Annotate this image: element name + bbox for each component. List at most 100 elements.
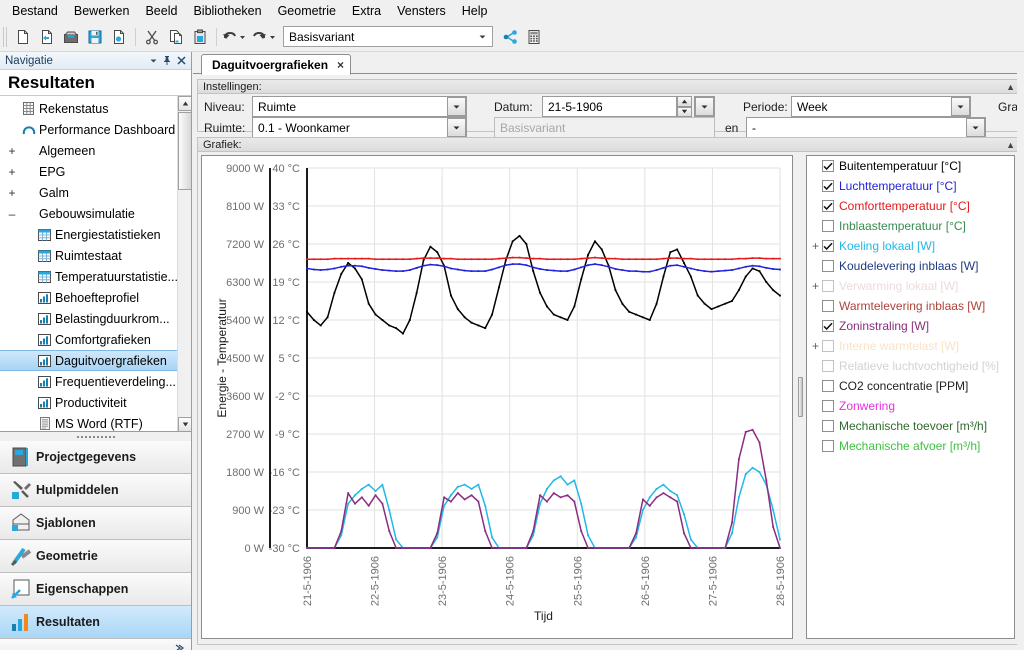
- menu-beeld[interactable]: Beeld: [137, 1, 185, 21]
- scroll-down-icon[interactable]: [178, 417, 191, 431]
- tree-item-daguitvoergrafieken[interactable]: Daguitvoergrafieken: [0, 350, 177, 371]
- legend-item[interactable]: Buitentemperatuur [°C]: [807, 156, 1014, 176]
- tree-item-belastingduurkrom[interactable]: Belastingduurkrom...: [0, 308, 177, 329]
- chevron-down-icon[interactable]: [447, 97, 466, 116]
- legend-checkbox[interactable]: [822, 440, 834, 452]
- menu-bibliotheken[interactable]: Bibliotheken: [185, 1, 269, 21]
- tree-expander-icon[interactable]: –: [4, 207, 20, 221]
- legend-item[interactable]: Comforttemperatuur [°C]: [807, 196, 1014, 216]
- legend-checkbox[interactable]: [822, 340, 834, 352]
- toolbar-grip[interactable]: [3, 26, 9, 47]
- folder-open-icon[interactable]: [60, 26, 82, 48]
- panel-splitter[interactable]: [0, 432, 191, 441]
- redo-button[interactable]: [251, 26, 281, 48]
- legend-item[interactable]: + Interne warmtelast [W]: [807, 336, 1014, 356]
- close-icon[interactable]: [174, 54, 188, 68]
- pin-icon[interactable]: [160, 54, 174, 68]
- menu-extra[interactable]: Extra: [344, 1, 389, 21]
- nav-button-projectgegevens[interactable]: Projectgegevens: [0, 441, 191, 474]
- legend-checkbox[interactable]: [822, 400, 834, 412]
- variant-combobox[interactable]: Basisvariant: [283, 26, 493, 47]
- datum-stepper[interactable]: [677, 96, 692, 117]
- tree-expander-icon[interactable]: +: [4, 144, 20, 158]
- legend-item[interactable]: Zonwering: [807, 396, 1014, 416]
- legend-checkbox[interactable]: [822, 280, 834, 292]
- periode-combobox[interactable]: Week: [791, 96, 971, 117]
- legend-item[interactable]: Mechanische toevoer [m³/h]: [807, 416, 1014, 436]
- legend-checkbox[interactable]: [822, 420, 834, 432]
- collapse-icon[interactable]: ▲: [1006, 82, 1015, 92]
- tree-scrollbar[interactable]: [177, 96, 191, 431]
- ruimte-combobox[interactable]: 0.1 - Woonkamer: [252, 117, 467, 138]
- legend-checkbox[interactable]: [822, 380, 834, 392]
- nav-button-hulpmiddelen[interactable]: Hulpmiddelen: [0, 474, 191, 507]
- tree-item-productiviteit[interactable]: Productiviteit: [0, 392, 177, 413]
- legend-item[interactable]: Zoninstraling [W]: [807, 316, 1014, 336]
- menu-geometrie[interactable]: Geometrie: [270, 1, 344, 21]
- niveau-combobox[interactable]: Ruimte: [252, 96, 467, 117]
- tree-item-algemeen[interactable]: + Algemeen: [0, 140, 177, 161]
- legend-checkbox[interactable]: [822, 360, 834, 372]
- datum-input[interactable]: 21-5-1906: [542, 96, 677, 117]
- legend-item[interactable]: Relatieve luchtvochtigheid [%]: [807, 356, 1014, 376]
- legend-item[interactable]: CO2 concentratie [PPM]: [807, 376, 1014, 396]
- nav-button-eigenschappen[interactable]: Eigenschappen: [0, 573, 191, 606]
- datum-picker-button[interactable]: [694, 96, 715, 117]
- calculator-icon[interactable]: [523, 26, 545, 48]
- legend-expander-icon[interactable]: +: [809, 339, 822, 353]
- copy-icon[interactable]: [165, 26, 187, 48]
- tab-close-icon[interactable]: ×: [337, 58, 344, 72]
- tree-scrollbar-thumb[interactable]: [178, 112, 191, 190]
- tree-item-energiestatistieken[interactable]: Energiestatistieken: [0, 224, 177, 245]
- tree-expander-icon[interactable]: +: [4, 165, 20, 179]
- menu-bestand[interactable]: Bestand: [4, 1, 66, 21]
- legend-item[interactable]: Luchttemperatuur [°C]: [807, 176, 1014, 196]
- tab-daguitvoergrafieken[interactable]: Daguitvoergrafieken ×: [201, 54, 352, 75]
- chevron-down-icon[interactable]: [447, 118, 466, 137]
- tree-item-temperatuurstatistie[interactable]: Temperatuurstatistie...: [0, 266, 178, 287]
- menu-vensters[interactable]: Vensters: [389, 1, 454, 21]
- tree-item-performance-dashboard[interactable]: Performance Dashboard: [0, 119, 177, 140]
- save-as-icon[interactable]: [108, 26, 130, 48]
- menu-help[interactable]: Help: [454, 1, 496, 21]
- legend-checkbox[interactable]: [822, 160, 834, 172]
- stepper-down-icon[interactable]: [677, 106, 692, 117]
- legend-item[interactable]: Warmtelevering inblaas [W]: [807, 296, 1014, 316]
- nav-button-sjablonen[interactable]: Sjablonen: [0, 507, 191, 540]
- save-icon[interactable]: [84, 26, 106, 48]
- legend-checkbox[interactable]: [822, 300, 834, 312]
- tree-item-behoefteprofiel[interactable]: Behoefteprofiel: [0, 287, 177, 308]
- legend-item[interactable]: Inblaastemperatuur [°C]: [807, 216, 1014, 236]
- legend-checkbox[interactable]: [822, 200, 834, 212]
- chevron-down-icon[interactable]: [951, 97, 970, 116]
- legend-checkbox[interactable]: [822, 220, 834, 232]
- tree-item-gebouwsimulatie[interactable]: – Gebouwsimulatie: [0, 203, 177, 224]
- tree-item-frequentieverdeling[interactable]: Frequentieverdeling...: [0, 371, 177, 392]
- undo-button[interactable]: [221, 26, 251, 48]
- new-file-icon[interactable]: [12, 26, 34, 48]
- open-file-icon[interactable]: [36, 26, 58, 48]
- nav-overflow-icon[interactable]: [0, 639, 191, 650]
- legend-item[interactable]: Koudelevering inblaas [W]: [807, 256, 1014, 276]
- en-combobox[interactable]: -: [746, 117, 986, 138]
- legend-item[interactable]: Mechanische afvoer [m³/h]: [807, 436, 1014, 456]
- legend-expander-icon[interactable]: +: [809, 279, 822, 293]
- chevron-down-icon[interactable]: [695, 97, 714, 116]
- tree-item-comfortgrafieken[interactable]: Comfortgrafieken: [0, 329, 177, 350]
- tree-item-ruimtestaat[interactable]: Ruimtestaat: [0, 245, 177, 266]
- nav-button-geometrie[interactable]: Geometrie: [0, 540, 191, 573]
- legend-checkbox[interactable]: [822, 180, 834, 192]
- legend-expander-icon[interactable]: +: [809, 239, 822, 253]
- share-icon[interactable]: [499, 26, 521, 48]
- legend-item[interactable]: + Verwarming lokaal [W]: [807, 276, 1014, 296]
- stepper-up-icon[interactable]: [677, 96, 692, 107]
- scroll-up-icon[interactable]: [178, 96, 191, 111]
- legend-item[interactable]: + Koeling lokaal [W]: [807, 236, 1014, 256]
- cut-icon[interactable]: [141, 26, 163, 48]
- chevron-down-icon[interactable]: [966, 118, 985, 137]
- chart-legend-splitter[interactable]: [796, 155, 805, 639]
- chevron-down-icon[interactable]: [146, 54, 160, 68]
- tree-item-galm[interactable]: + Galm: [0, 182, 177, 203]
- chart-area[interactable]: 0 W -30 °C 900 W -23 °C 1800 W -16 °C 2700 W -9…: [201, 155, 793, 639]
- legend-checkbox[interactable]: [822, 260, 834, 272]
